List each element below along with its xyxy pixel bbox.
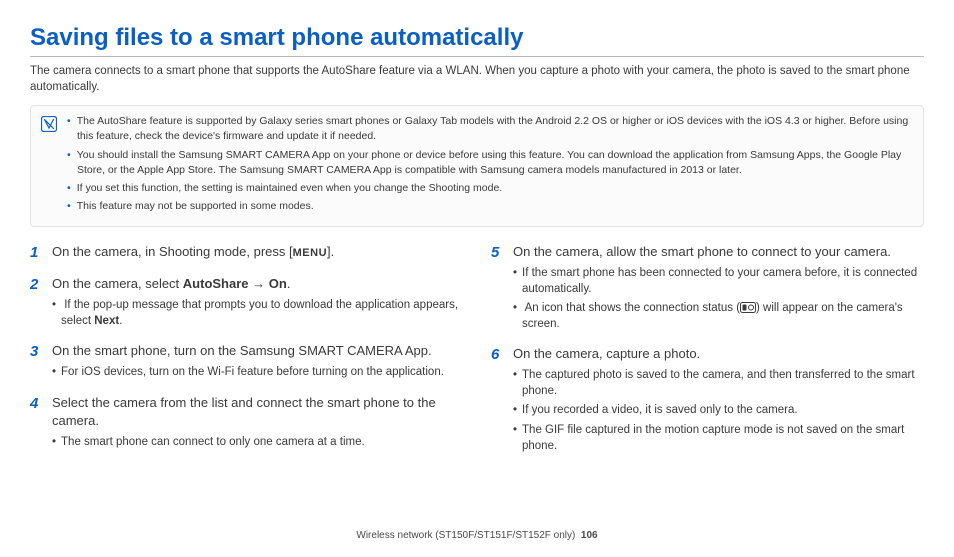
step-number: 5 xyxy=(491,243,505,336)
step-1: 1 On the camera, in Shooting mode, press… xyxy=(30,243,463,265)
sub-item: The smart phone can connect to only one … xyxy=(52,434,463,450)
text: On the camera, in Shooting mode, press [ xyxy=(52,244,293,259)
step-3: 3 On the smart phone, turn on the Samsun… xyxy=(30,342,463,383)
intro-paragraph: The camera connects to a smart phone tha… xyxy=(30,63,924,95)
bold-text: On xyxy=(269,276,287,291)
step-5: 5 On the camera, allow the smart phone t… xyxy=(491,243,924,336)
sub-item: The GIF file captured in the motion capt… xyxy=(513,422,924,454)
step-number: 4 xyxy=(30,394,44,453)
step-2: 2 On the camera, select AutoShare → On. … xyxy=(30,275,463,332)
step-text: On the camera, capture a photo. xyxy=(513,345,924,363)
note-item: If you set this function, the setting is… xyxy=(67,181,913,196)
page-number: 106 xyxy=(581,530,598,541)
bold-text: AutoShare xyxy=(183,276,249,291)
sub-item: The captured photo is saved to the camer… xyxy=(513,367,924,399)
title-divider xyxy=(30,56,924,57)
step-6: 6 On the camera, capture a photo. The ca… xyxy=(491,345,924,457)
left-column: 1 On the camera, in Shooting mode, press… xyxy=(30,243,463,467)
connection-status-icon xyxy=(740,302,756,313)
step-number: 2 xyxy=(30,275,44,332)
footer-section: Wireless network (ST150F/ST151F/ST152F o… xyxy=(356,530,575,541)
right-column: 5 On the camera, allow the smart phone t… xyxy=(491,243,924,467)
step-number: 3 xyxy=(30,342,44,383)
step-text: On the smart phone, turn on the Samsung … xyxy=(52,342,444,360)
steps-columns: 1 On the camera, in Shooting mode, press… xyxy=(30,243,924,467)
step-text: Select the camera from the list and conn… xyxy=(52,394,463,430)
arrow: → xyxy=(249,276,269,291)
text: An icon that shows the connection status… xyxy=(525,302,740,314)
page-footer: Wireless network (ST150F/ST151F/ST152F o… xyxy=(0,530,954,541)
sub-item: If the smart phone has been connected to… xyxy=(513,265,924,297)
note-box: The AutoShare feature is supported by Ga… xyxy=(30,105,924,226)
note-list: The AutoShare feature is supported by Ga… xyxy=(67,114,913,217)
sub-item: If the pop-up message that prompts you t… xyxy=(52,297,463,329)
sub-item: An icon that shows the connection status… xyxy=(513,300,924,332)
sub-list: If the smart phone has been connected to… xyxy=(513,265,924,332)
sub-list: For iOS devices, turn on the Wi-Fi featu… xyxy=(52,364,444,380)
step-text: On the camera, select AutoShare → On. xyxy=(52,275,463,293)
step-text: On the camera, allow the smart phone to … xyxy=(513,243,924,261)
sub-list: The smart phone can connect to only one … xyxy=(52,434,463,450)
note-icon xyxy=(41,116,57,132)
text: ]. xyxy=(327,244,334,259)
sub-item: For iOS devices, turn on the Wi-Fi featu… xyxy=(52,364,444,380)
text: On the camera, select xyxy=(52,276,183,291)
text: . xyxy=(119,315,122,327)
step-number: 6 xyxy=(491,345,505,457)
bold-text: Next xyxy=(94,315,119,327)
menu-button-label: MENU xyxy=(293,247,327,259)
step-number: 1 xyxy=(30,243,44,265)
sub-item: If you recorded a video, it is saved onl… xyxy=(513,402,924,418)
note-item: This feature may not be supported in som… xyxy=(67,199,913,214)
sub-list: If the pop-up message that prompts you t… xyxy=(52,297,463,329)
text: . xyxy=(287,276,291,291)
step-4: 4 Select the camera from the list and co… xyxy=(30,394,463,453)
step-text: On the camera, in Shooting mode, press [… xyxy=(52,243,334,261)
note-item: The AutoShare feature is supported by Ga… xyxy=(67,114,913,144)
page-title: Saving files to a smart phone automatica… xyxy=(30,24,924,52)
note-item: You should install the Samsung SMART CAM… xyxy=(67,148,913,178)
sub-list: The captured photo is saved to the camer… xyxy=(513,367,924,453)
